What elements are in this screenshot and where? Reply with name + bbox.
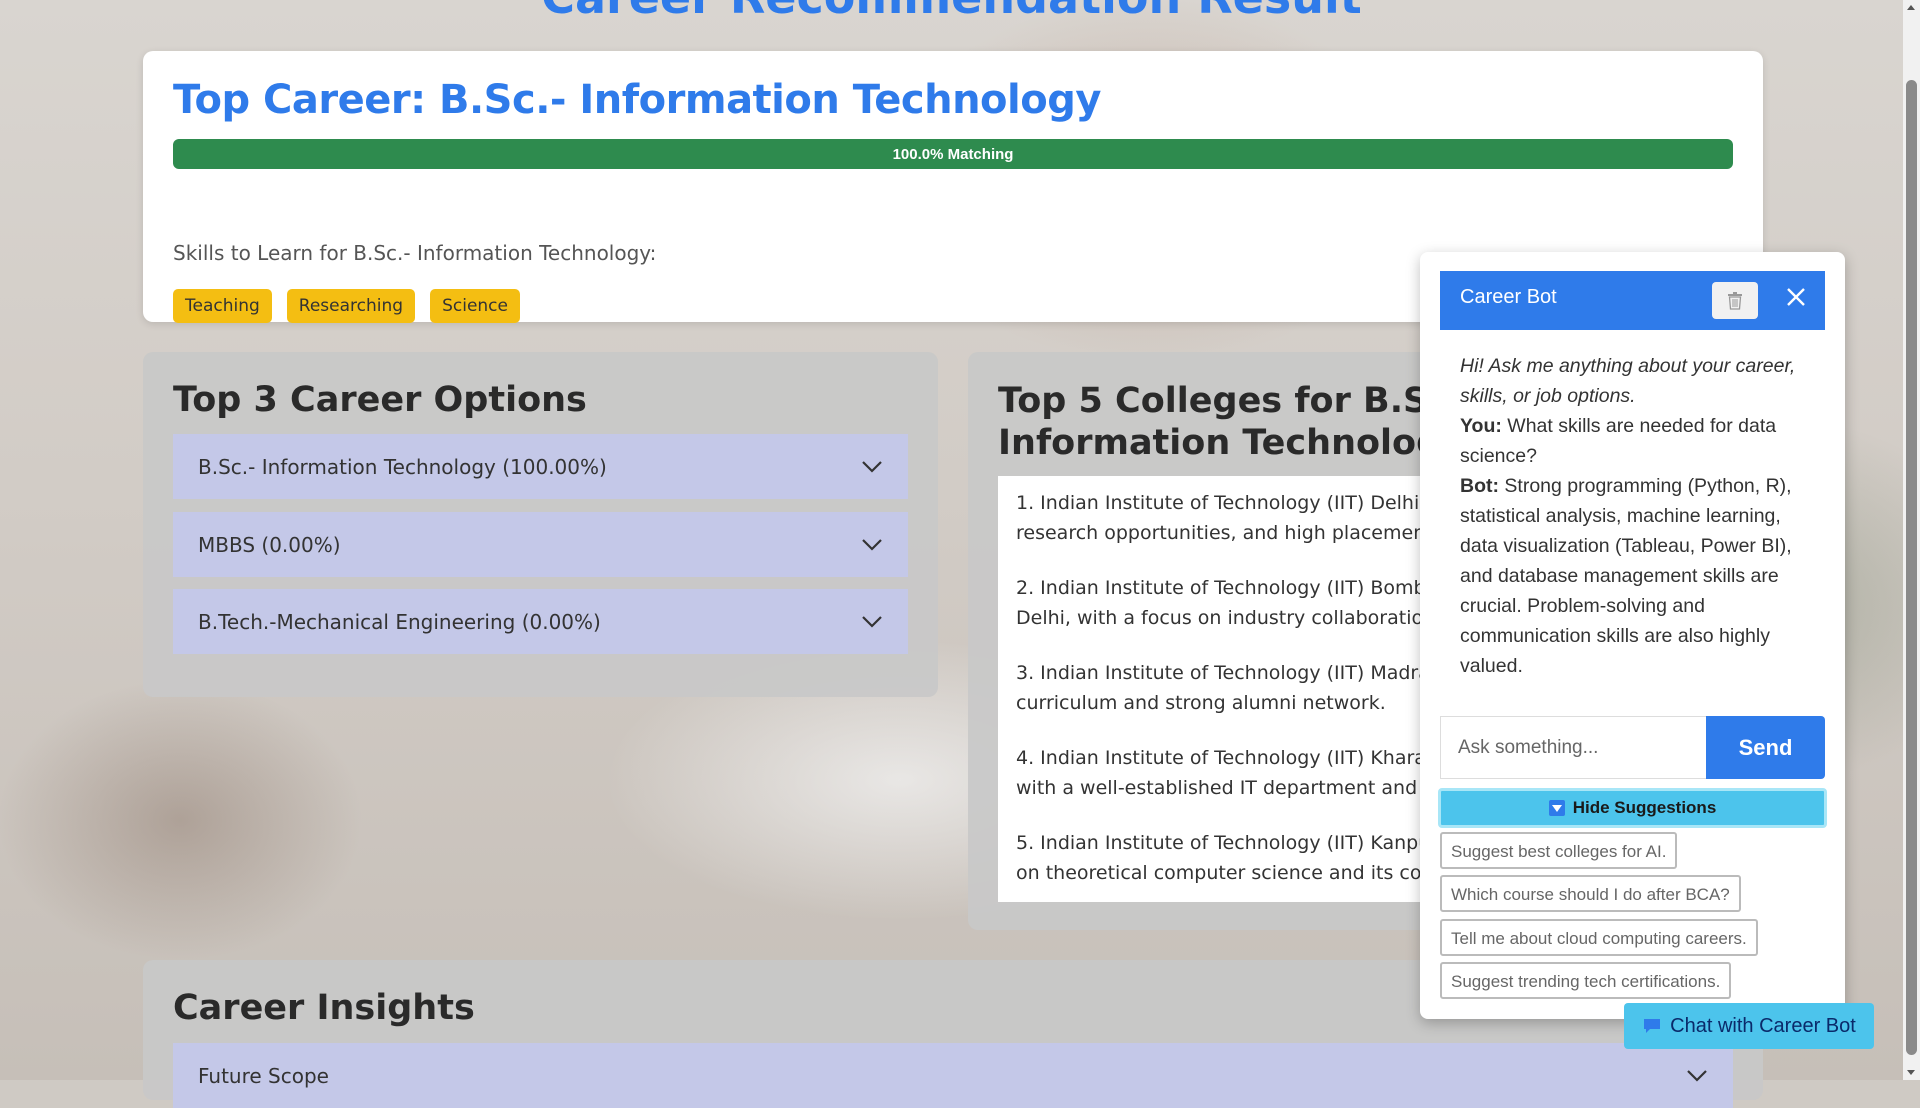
skill-tags: Teaching Researching Science: [173, 289, 520, 323]
career-option-accordion[interactable]: B.Tech.-Mechanical Engineering (0.00%): [173, 589, 908, 654]
clear-chat-button[interactable]: [1712, 282, 1758, 319]
suggestion-chip[interactable]: Suggest trending tech certifications.: [1440, 962, 1732, 999]
chatbot-header: Career Bot: [1440, 271, 1825, 330]
chevron-down-icon: [862, 538, 882, 551]
chat-message: Bot: Strong programming (Python, R), sta…: [1460, 475, 1792, 677]
scroll-down-icon[interactable]: [1907, 1070, 1915, 1075]
suggestion-chip[interactable]: Tell me about cloud computing careers.: [1440, 919, 1758, 956]
suggestion-chip[interactable]: Suggest best colleges for AI.: [1440, 832, 1678, 869]
chatbot-title: Career Bot: [1460, 286, 1557, 308]
hide-suggestions-label: Hide Suggestions: [1572, 798, 1717, 817]
top-career-heading: Top Career: B.Sc.- Information Technolog…: [173, 77, 1101, 123]
open-chatbot-label: Chat with Career Bot: [1670, 1014, 1856, 1037]
chat-message: You: What skills are needed for data sci…: [1460, 415, 1777, 467]
career-option-label: B.Tech.-Mechanical Engineering (0.00%): [198, 609, 601, 634]
hide-suggestions-button[interactable]: Hide Suggestions: [1438, 788, 1827, 828]
career-insights-heading: Career Insights: [173, 988, 475, 1028]
bot-greeting: Hi! Ask me anything about your career, s…: [1460, 355, 1796, 407]
insight-accordion[interactable]: Future Scope: [173, 1043, 1733, 1108]
chatbot-window: Career Bot Hi! Ask me anything about you…: [1420, 252, 1845, 1019]
career-options-heading: Top 3 Career Options: [173, 380, 587, 420]
close-icon[interactable]: [1783, 284, 1809, 310]
match-label: 100.0% Matching: [892, 145, 1014, 163]
chat-messages: Hi! Ask me anything about your career, s…: [1460, 351, 1815, 681]
skill-tag: Teaching: [173, 289, 272, 323]
career-options-panel: Top 3 Career Options B.Sc.- Information …: [143, 352, 938, 697]
triangle-down-icon: [1548, 800, 1565, 816]
skills-label: Skills to Learn for B.Sc.- Information T…: [173, 241, 657, 265]
page-title: Career Recommendation Result: [0, 0, 1903, 24]
page-scrollbar[interactable]: [1903, 0, 1920, 1080]
open-chatbot-button[interactable]: Chat with Career Bot: [1624, 1003, 1874, 1049]
skill-tag: Researching: [286, 289, 416, 323]
trash-icon: [1728, 291, 1742, 310]
career-option-label: B.Sc.- Information Technology (100.00%): [198, 454, 607, 479]
insight-label: Future Scope: [198, 1063, 329, 1088]
chevron-down-icon: [862, 615, 882, 628]
send-button[interactable]: Send: [1706, 716, 1825, 779]
career-option-accordion[interactable]: B.Sc.- Information Technology (100.00%): [173, 434, 908, 499]
chat-input[interactable]: [1440, 716, 1706, 779]
match-progress-fill: 100.0% Matching: [173, 139, 1733, 169]
speech-bubble-icon: [1644, 1019, 1661, 1033]
chevron-down-icon: [1687, 1069, 1707, 1082]
chevron-down-icon: [862, 460, 882, 473]
suggestion-chip[interactable]: Which course should I do after BCA?: [1440, 875, 1741, 912]
match-progress-bar: 100.0% Matching: [173, 139, 1733, 169]
skill-tag: Science: [430, 289, 520, 323]
career-option-accordion[interactable]: MBBS (0.00%): [173, 512, 908, 577]
scrollbar-thumb[interactable]: [1906, 80, 1917, 1055]
career-option-label: MBBS (0.00%): [198, 532, 341, 557]
scroll-up-icon[interactable]: [1907, 5, 1915, 10]
